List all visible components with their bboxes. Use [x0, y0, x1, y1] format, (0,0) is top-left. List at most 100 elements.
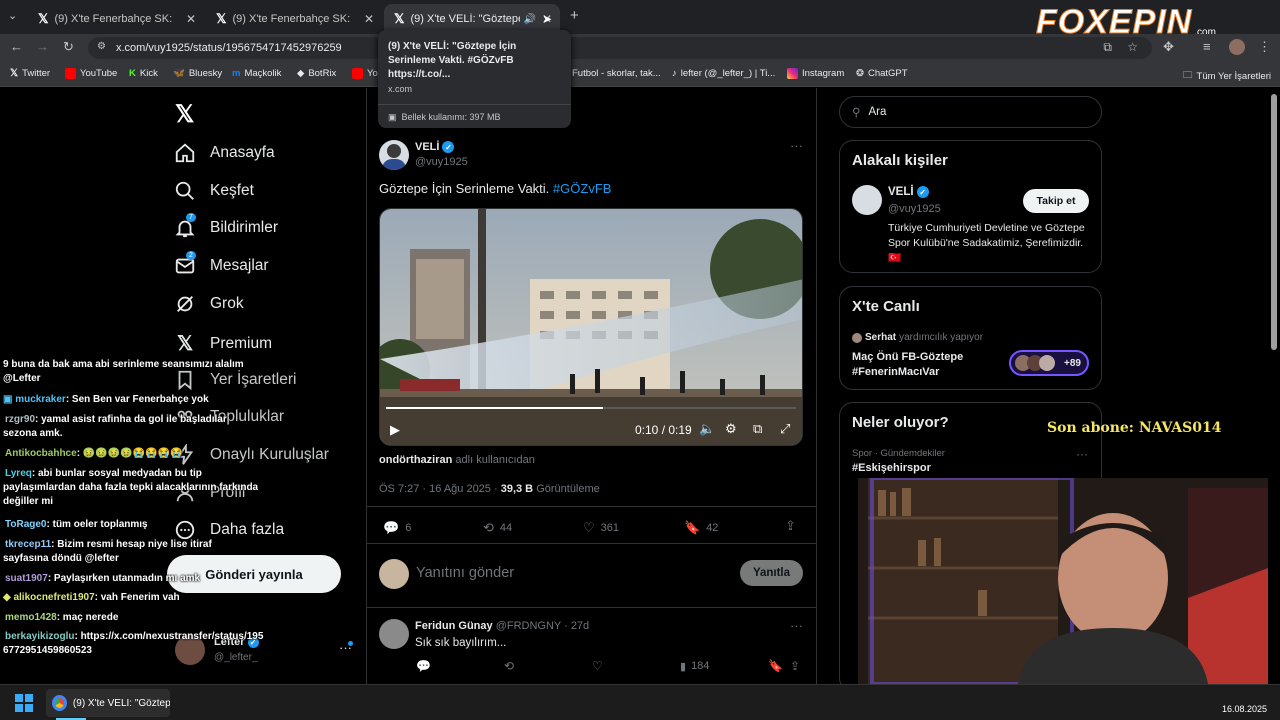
volume-icon[interactable]: 🔈 — [699, 421, 715, 437]
trend-tag[interactable]: #Eskişehirspor — [852, 462, 931, 474]
bookmark-action[interactable]: 🔖 42 — [684, 520, 718, 536]
taskbar-date[interactable]: 16.08.2025 — [1222, 704, 1267, 714]
bookmark-instagram[interactable]: Instagram — [787, 68, 844, 79]
video-progress-fill — [386, 407, 604, 409]
taskbar-chrome-window[interactable]: (9) X'te VELİ: "Göztepe İ — [46, 689, 170, 717]
tab-1[interactable]: 𝕏 (9) X'te Fenerbahçe SK: "Göztepe ✕ — [28, 4, 204, 34]
tab-close-icon[interactable]: ✕ — [364, 12, 374, 26]
tweet-more-icon[interactable]: ··· — [790, 138, 803, 153]
forward-icon[interactable]: → — [36, 39, 49, 54]
site-info-icon[interactable]: ⚙ — [97, 41, 106, 52]
reply-submit-button[interactable]: Yanıtla — [740, 560, 803, 586]
bookmark-kick[interactable]: K Kick — [129, 68, 158, 79]
share-icon[interactable]: ⇪ — [785, 518, 796, 534]
tab-2[interactable]: 𝕏 (9) X'te Fenerbahçe SK: "Sen be ✕ — [206, 4, 382, 34]
reply-bookmark-icon[interactable]: 🔖 — [768, 659, 783, 673]
divider — [366, 506, 817, 507]
tab-search-icon[interactable]: ⌄ — [8, 9, 17, 22]
settings-gear-icon[interactable]: ⚙ — [725, 421, 737, 437]
extensions-icon[interactable]: ✥ — [1163, 39, 1174, 55]
author-name-row[interactable]: VELİ ✓ — [415, 141, 455, 153]
tab-title: (9) X'te Fenerbahçe SK: "Göztepe — [54, 13, 174, 25]
author-avatar[interactable] — [379, 140, 409, 170]
nav-home[interactable]: Anasayfa — [174, 142, 275, 164]
nav-messages[interactable]: 2 Mesajlar — [174, 251, 269, 277]
retweet-action[interactable]: ⟲ 44 — [483, 520, 512, 536]
nav-notifications[interactable]: 7 Bildirimler — [174, 213, 278, 239]
tweet-timestamp[interactable]: ÖS 7:27 · 16 Ağu 2025 · — [379, 483, 498, 495]
chat-message: ▣ muckraker: Sen Ben var Fenerbahçe yok — [3, 393, 253, 407]
speaker-icon[interactable]: 🔊 — [524, 14, 536, 25]
chat-message: suat1907: Paylaşırken utanmadın mı amk — [3, 572, 263, 586]
reply-reply-icon[interactable]: 💬 — [416, 659, 431, 673]
bookmark-futbol[interactable]: Futbol - skorlar, tak... — [572, 68, 661, 79]
nav-grok[interactable]: Grok — [174, 293, 244, 315]
reload-icon[interactable]: ↻ — [63, 39, 74, 55]
search-icon — [175, 181, 194, 200]
reply-author-avatar[interactable] — [379, 619, 409, 649]
install-icon[interactable]: ⧉ — [1103, 40, 1112, 55]
bookmark-youtube[interactable]: YouTube — [65, 68, 117, 79]
reply-heart-icon[interactable]: ♡ — [592, 659, 603, 673]
bookmark-yo[interactable]: Yo — [352, 68, 378, 79]
bookmark-twitter[interactable]: 𝕏 Twitter — [10, 68, 50, 79]
windows-start-icon[interactable] — [15, 694, 33, 712]
reply-views[interactable]: ▮ 184 — [680, 660, 709, 673]
x-home-logo-icon[interactable]: 𝕏 — [175, 100, 194, 129]
video-player[interactable]: ▶ 0:10 / 0:19 🔈 ⚙ ⧉ ⤢ — [379, 208, 803, 446]
bookmark-chatgpt[interactable]: ❂ ChatGPT — [856, 68, 908, 79]
attribution-user[interactable]: ondörthaziran — [379, 454, 452, 466]
chat-text: : vah Fenerim vah — [94, 592, 180, 603]
last-subscriber-label: Son abone: NAVAS014 — [1047, 420, 1222, 436]
views-chart-icon: ▮ — [680, 661, 687, 673]
tweet-hashtag[interactable]: #GÖZvFB — [553, 181, 612, 196]
like-action[interactable]: ♡ 361 — [583, 520, 619, 536]
video-time: 0:10 / 0:19 — [635, 423, 692, 437]
trend-more-icon[interactable]: ··· — [1076, 447, 1088, 461]
reply-author-row[interactable]: Feridun Günay @FRDNGNY · 27d — [415, 620, 589, 632]
verified-icon: ✓ — [442, 141, 455, 153]
related-avatar[interactable] — [852, 185, 882, 215]
live-topic[interactable]: Maç Önü FB-Göztepe #FenerinMacıVar — [852, 350, 1002, 380]
video-progress-track[interactable] — [386, 407, 796, 409]
media-icon[interactable]: ≡ — [1203, 39, 1211, 54]
bookmark-botrix[interactable]: ◆ BotRix — [297, 68, 336, 79]
follow-button[interactable]: Takip et — [1023, 189, 1089, 213]
page-scrollbar[interactable] — [1271, 94, 1277, 350]
fullscreen-icon[interactable]: ⤢ — [780, 421, 790, 437]
all-bookmarks[interactable]: 🗀 Tüm Yer İşaretleri — [1183, 68, 1271, 84]
youtube-icon — [65, 68, 76, 79]
reply-share-icon[interactable]: ⇪ — [790, 659, 800, 673]
tab-close-icon[interactable]: ✕ — [186, 12, 196, 26]
live-listeners[interactable]: +89 — [1009, 350, 1089, 376]
live-host-row[interactable]: Serhat yardımcılık yapıyor — [852, 332, 983, 343]
reply-retweet-icon[interactable]: ⟲ — [504, 659, 514, 673]
author-handle[interactable]: @vuy1925 — [415, 156, 468, 168]
url-input[interactable]: ⚙ x.com/vuy1925/status/19567547174529762… — [88, 37, 1152, 59]
chat-user: Antikocbahhce — [5, 448, 77, 459]
listener-avatar — [1039, 355, 1055, 371]
nav-premium[interactable]: 𝕏 Premium — [174, 331, 272, 356]
chat-text: : maç nerede — [56, 612, 119, 623]
taskbar-window-title: (9) X'te VELİ: "Göztepe İ — [72, 697, 170, 709]
nav-explore[interactable]: Keşfet — [174, 180, 254, 202]
reply-input[interactable]: Yanıtını gönder — [416, 565, 514, 581]
popout-icon[interactable]: ⧉ — [753, 421, 762, 437]
profile-avatar[interactable] — [1229, 39, 1245, 55]
menu-kebab-icon[interactable]: ⋮ — [1258, 39, 1271, 55]
bookmark-mackolik[interactable]: m Maçkolik — [232, 68, 281, 79]
bluesky-icon: 🦋 — [173, 68, 185, 79]
bookmark-bluesky[interactable]: 🦋 Bluesky — [173, 68, 222, 79]
reply-action[interactable]: 💬 6 — [383, 520, 411, 536]
play-icon[interactable]: ▶ — [390, 422, 400, 438]
reply-more-icon[interactable]: ··· — [790, 618, 803, 633]
back-icon[interactable]: ← — [10, 39, 23, 54]
chat-user: suat1907 — [5, 573, 48, 584]
search-input[interactable]: ⚲ Ara — [839, 96, 1102, 128]
chat-message: Lyreq: abi bunlar sosyal medyadan bu tip… — [3, 467, 268, 509]
bookmark-tiktok[interactable]: ♪ lefter (@_lefter_) | Ti... — [672, 68, 775, 79]
bookmark-label: lefter (@_lefter_) | Ti... — [680, 68, 776, 79]
related-name-row[interactable]: VELİ ✓ — [888, 186, 929, 198]
new-tab-button[interactable]: + — [570, 7, 579, 24]
bookmark-star-icon[interactable]: ☆ — [1127, 40, 1138, 54]
